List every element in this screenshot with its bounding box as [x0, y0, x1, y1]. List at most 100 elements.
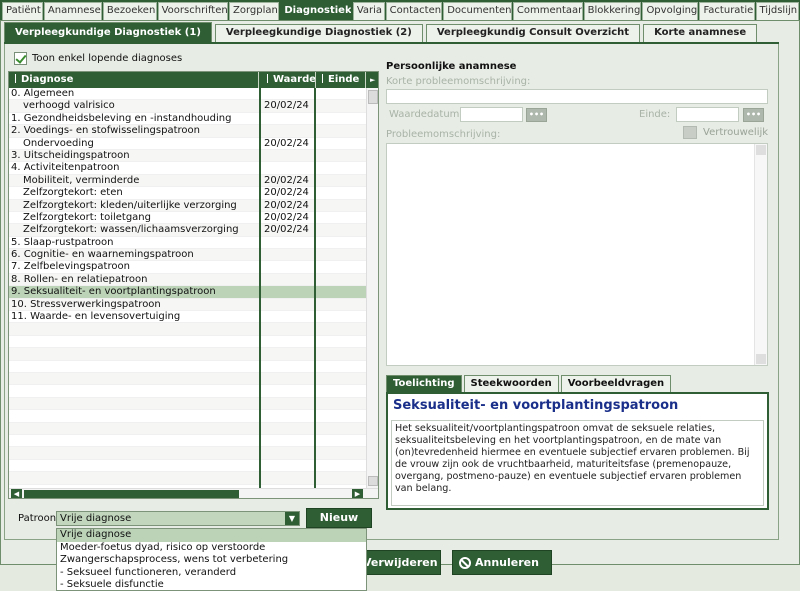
table-row[interactable]: 10. Stressverwerkingspatroon — [9, 298, 366, 312]
date-picker-waarde-icon[interactable]: ••• — [526, 108, 547, 122]
tab-contacten[interactable]: Contacten — [385, 2, 443, 20]
sort-icon — [319, 74, 326, 83]
cell-diagnose: Zelfzorgtekort: wassen/lichaamsverzorgin… — [23, 224, 239, 236]
date-picker-einde-icon[interactable]: ••• — [743, 108, 764, 122]
patroon-label: Patroon — [18, 513, 57, 524]
table-row-empty — [9, 397, 366, 411]
dropdown-option[interactable]: Vrije diagnose — [57, 529, 366, 542]
tab-documenten[interactable]: Documenten — [443, 2, 512, 20]
column-chooser-icon[interactable]: ► — [366, 72, 378, 88]
table-row[interactable]: Mobiliteit, verminderde 20/02/24 — [9, 174, 366, 188]
table-horizontal-scrollbar[interactable]: ◀ ▶ — [9, 488, 378, 498]
table-row[interactable]: verhoogd valrisico 20/02/24 — [9, 100, 366, 113]
info-text: Het seksualiteit/voortplantingspatroon o… — [391, 420, 764, 506]
scroll-left-icon[interactable]: ◀ — [11, 489, 22, 498]
confidential-checkbox[interactable] — [683, 126, 697, 139]
cancel-button[interactable]: Annuleren — [452, 550, 552, 575]
table-row[interactable]: Zelfzorgtekort: kleden/uiterlijke verzor… — [9, 199, 366, 212]
cell-diagnose: Ondervoeding — [23, 137, 94, 149]
running-only-checkbox[interactable] — [14, 52, 27, 65]
confidential-label: Vertrouwelijk — [703, 127, 769, 138]
einde-input[interactable] — [676, 107, 739, 122]
top-tab-bar: Patiënt Anamnese Bezoeken Voorschriften Zorg… — [0, 0, 800, 20]
einde-label: Einde: — [639, 109, 671, 120]
running-only-label: Toon enkel lopende diagnoses — [32, 53, 183, 64]
textarea-scrollbar[interactable] — [754, 144, 767, 365]
dropdown-option[interactable]: - Seksuele disfunctie — [57, 579, 366, 591]
tab-commentaar[interactable]: Commentaar — [512, 2, 583, 20]
dropdown-option[interactable]: - Seksueel functioneren, veranderd — [57, 567, 366, 580]
tab-opvolging[interactable]: Opvolging — [642, 2, 699, 20]
waardedatum-input[interactable] — [460, 107, 523, 122]
table-row[interactable]: 1. Gezondheidsbeleving en -instandhoudin… — [9, 113, 366, 126]
cell-diagnose: 8. Rollen- en relatiepatroon — [11, 273, 148, 285]
dropdown-option[interactable]: Zwangerschapsprocess, wens tot verbeteri… — [57, 554, 366, 567]
subtab-verpleegkundig-consult-overzicht[interactable]: Verpleegkundig Consult Overzicht — [425, 24, 641, 42]
patroon-select[interactable]: Vrije diagnose ▼ — [56, 511, 300, 526]
table-row[interactable]: 8. Rollen- en relatiepatroon — [9, 273, 366, 287]
delete-button-label: Verwijderen — [363, 556, 438, 569]
description-textarea[interactable] — [386, 143, 768, 366]
table-row[interactable]: Zelfzorgtekort: eten 20/02/24 — [9, 187, 366, 200]
patroon-selected-value: Vrije diagnose — [60, 513, 132, 524]
horizontal-scroll-thumb[interactable] — [24, 490, 239, 498]
table-row[interactable]: 4. Activiteitenpatroon — [9, 162, 366, 175]
table-row-empty — [9, 460, 366, 473]
cell-waardedatum: 20/02/24 — [264, 224, 309, 236]
dropdown-option[interactable]: Moeder-foetus dyad, risico op verstoorde — [57, 542, 366, 555]
cell-diagnose: 10. Stressverwerkingspatroon — [11, 298, 161, 310]
tab-diagnostiek[interactable]: Diagnostiek — [280, 2, 352, 20]
table-row[interactable]: 5. Slaap-rustpatroon — [9, 236, 366, 250]
tab-bezoeken[interactable]: Bezoeken — [102, 2, 157, 20]
subtab-korte-anamnese[interactable]: Korte anamnese — [643, 24, 758, 42]
table-row[interactable]: 3. Uitscheidingspatroon — [9, 149, 366, 163]
scroll-down-icon[interactable] — [368, 476, 378, 486]
cell-waardedatum: 20/02/24 — [264, 187, 309, 199]
table-row[interactable]: 11. Waarde- en levensovertuiging — [9, 311, 366, 324]
cell-diagnose: 5. Slaap-rustpatroon — [11, 236, 114, 248]
table-row[interactable]: Ondervoeding 20/02/24 — [9, 138, 366, 150]
tab-anamnese[interactable]: Anamnese — [43, 2, 102, 20]
table-row-empty — [9, 372, 366, 386]
table-row-empty — [9, 323, 366, 336]
cell-waardedatum: 20/02/24 — [264, 174, 309, 186]
table-row[interactable]: 0. Algemeen — [9, 88, 366, 101]
cell-diagnose: Zelfzorgtekort: toiletgang — [23, 211, 151, 223]
diagnosis-table: Diagnose Waardedatum Einde ► 0. Algemeen… — [8, 71, 379, 499]
col-header-waardedatum[interactable]: Waardedatum — [261, 72, 316, 88]
table-row[interactable]: 7. Zelfbelevingspatroon — [9, 261, 366, 274]
info-tab-toelichting[interactable]: Toelichting — [386, 375, 462, 392]
col-header-diagnose[interactable]: Diagnose — [9, 72, 259, 88]
tab-tijdslijn[interactable]: Tijdslijn — [755, 2, 799, 20]
table-row-empty — [9, 410, 366, 423]
cell-diagnose: 11. Waarde- en levensovertuiging — [11, 311, 181, 323]
tab-facturatie[interactable]: Facturatie — [699, 2, 755, 20]
chevron-down-icon[interactable]: ▼ — [285, 512, 299, 525]
table-vertical-scrollbar[interactable] — [366, 88, 378, 488]
table-row-empty — [9, 422, 366, 435]
short-description-input[interactable] — [386, 89, 768, 104]
tab-patient[interactable]: Patiënt — [2, 2, 43, 20]
column-divider — [259, 88, 261, 488]
col-header-einde[interactable]: Einde — [316, 72, 366, 88]
info-tab-steekwoorden[interactable]: Steekwoorden — [463, 375, 559, 392]
table-row[interactable]: Zelfzorgtekort: toiletgang 20/02/24 — [9, 211, 366, 225]
cell-diagnose: 9. Seksualiteit- en voortplantingspatroo… — [11, 286, 216, 298]
scroll-right-icon[interactable]: ▶ — [352, 489, 363, 498]
info-tab-voorbeeldvragen[interactable]: Voorbeeldvragen — [560, 375, 672, 392]
table-row[interactable]: 9. Seksualiteit- en voortplantingspatroo… — [9, 286, 366, 299]
delete-button[interactable]: Verwijderen — [362, 550, 441, 575]
tab-varia[interactable]: Varia — [352, 2, 385, 20]
cell-diagnose: Mobiliteit, verminderde — [23, 174, 140, 186]
table-row[interactable]: Zelfzorgtekort: wassen/lichaamsverzorgin… — [9, 224, 366, 237]
scroll-thumb[interactable] — [368, 90, 378, 104]
tab-zorgplan[interactable]: Zorgplan — [229, 2, 280, 20]
sort-icon — [264, 74, 271, 83]
new-diagnosis-button[interactable]: Nieuw — [306, 508, 372, 528]
subtab-verpleegkundige-diagnostiek-1[interactable]: Verpleegkundige Diagnostiek (1) — [4, 22, 212, 42]
table-row[interactable]: 2. Voedings- en stofwisselingspatroon — [9, 125, 366, 138]
tab-blokkering[interactable]: Blokkering — [583, 2, 642, 20]
tab-voorschriften[interactable]: Voorschriften — [157, 2, 229, 20]
table-row[interactable]: 6. Cognitie- en waarnemingspatroon — [9, 249, 366, 262]
subtab-verpleegkundige-diagnostiek-2[interactable]: Verpleegkundige Diagnostiek (2) — [214, 24, 423, 42]
